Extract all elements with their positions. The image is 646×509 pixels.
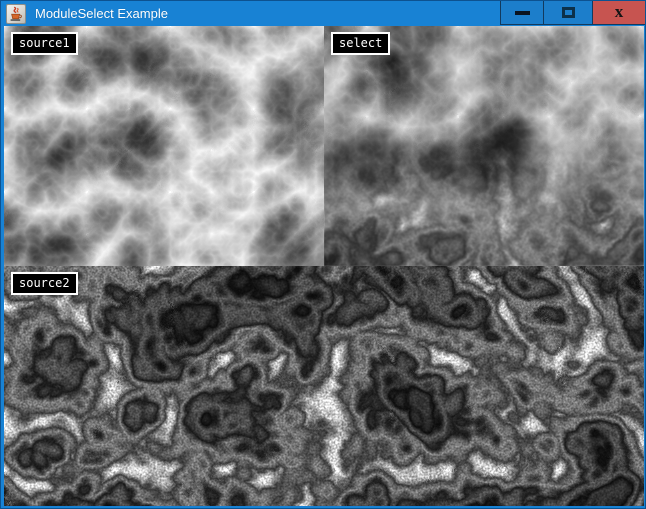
window-controls: x — [500, 1, 645, 25]
noise-render — [4, 26, 644, 506]
java-coffee-cup-glyph — [8, 6, 24, 22]
source2-label: source2 — [11, 272, 78, 295]
render-canvas: source1 select source2 — [4, 26, 644, 506]
source1-image — [4, 26, 324, 266]
select-image — [324, 26, 644, 266]
select-label: select — [331, 32, 390, 55]
minimize-button[interactable] — [500, 1, 544, 25]
maximize-icon — [562, 7, 575, 18]
source1-label: source1 — [11, 32, 78, 55]
maximize-button[interactable] — [544, 1, 593, 25]
app-window: ModuleSelect Example x — [0, 0, 646, 509]
source2-image — [4, 266, 644, 506]
minimize-icon — [515, 11, 530, 15]
window-title: ModuleSelect Example — [35, 6, 168, 21]
titlebar[interactable]: ModuleSelect Example x — [1, 1, 645, 26]
close-icon: x — [615, 3, 624, 20]
close-button[interactable]: x — [593, 1, 645, 25]
java-coffee-cup-icon[interactable] — [6, 4, 26, 24]
